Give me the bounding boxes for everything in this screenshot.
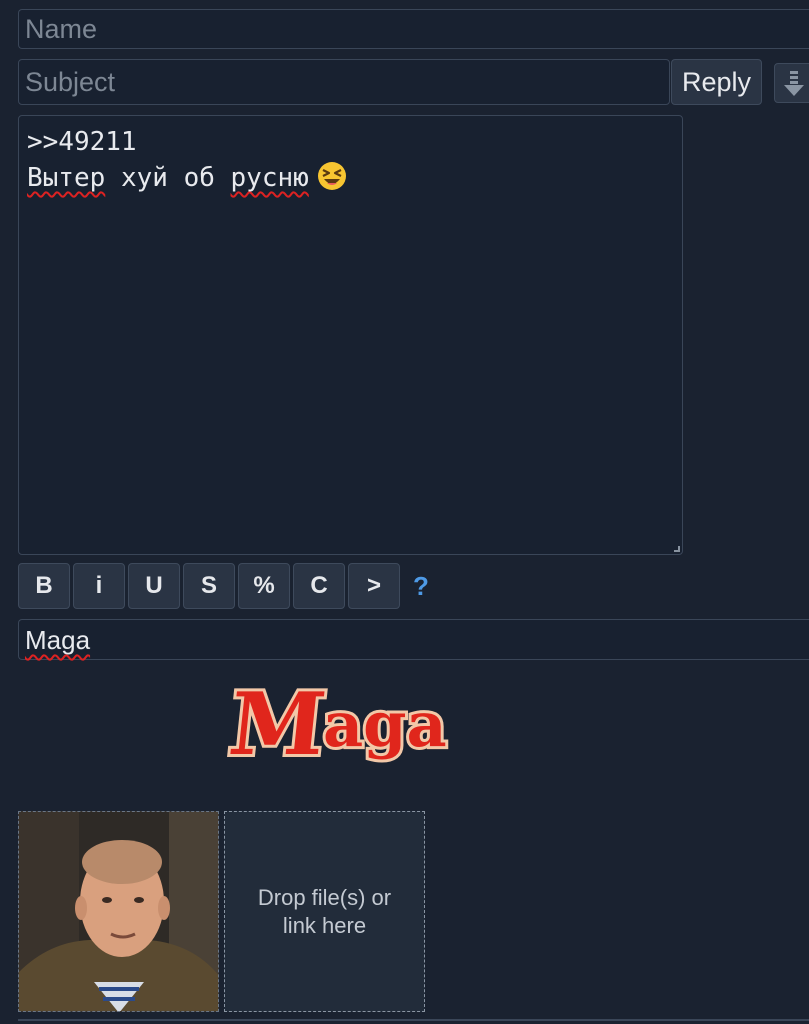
file-dropzone[interactable]: Drop file(s) or link here — [224, 811, 425, 1012]
post-form: Reply >>49211 Вытер хуй об русню B i — [0, 0, 809, 1024]
attached-image-thumbnail[interactable] — [18, 811, 219, 1012]
captcha-glyph: aga — [323, 688, 447, 761]
message-word: об — [183, 163, 215, 193]
captcha-glyph: M — [225, 676, 330, 775]
laughing-emoji-icon — [317, 162, 346, 190]
message-word: Вытер — [27, 163, 106, 193]
divider — [18, 1019, 809, 1021]
message-text-line: Вытер хуй об русню — [27, 160, 674, 196]
scroll-down-icon — [784, 71, 804, 96]
subject-input[interactable] — [18, 59, 670, 105]
thumbnail-photo — [19, 812, 218, 1011]
markup-toolbar: B i U S % C > ? — [18, 563, 429, 609]
captcha-input-value: Maga — [25, 625, 91, 655]
resize-handle[interactable] — [674, 546, 680, 552]
strike-button[interactable]: S — [183, 563, 235, 609]
captcha-input[interactable] — [18, 619, 809, 660]
collapse-form-button[interactable] — [774, 63, 809, 103]
underline-button[interactable]: U — [128, 563, 180, 609]
bold-button[interactable]: B — [18, 563, 70, 609]
name-input[interactable] — [18, 9, 809, 49]
message-quote-line: >>49211 — [27, 127, 137, 157]
captcha-image[interactable]: M M aga aga — [225, 676, 485, 776]
message-word: русню — [230, 163, 309, 193]
spoiler-button[interactable]: % — [238, 563, 290, 609]
quote-button[interactable]: > — [348, 563, 400, 609]
code-button[interactable]: C — [293, 563, 345, 609]
message-word: хуй — [120, 163, 168, 193]
message-textarea[interactable]: >>49211 Вытер хуй об русню — [18, 115, 683, 555]
markup-help-link[interactable]: ? — [413, 571, 429, 602]
dropzone-label: Drop file(s) or link here — [257, 884, 392, 938]
reply-button[interactable]: Reply — [671, 59, 762, 105]
italic-button[interactable]: i — [73, 563, 125, 609]
